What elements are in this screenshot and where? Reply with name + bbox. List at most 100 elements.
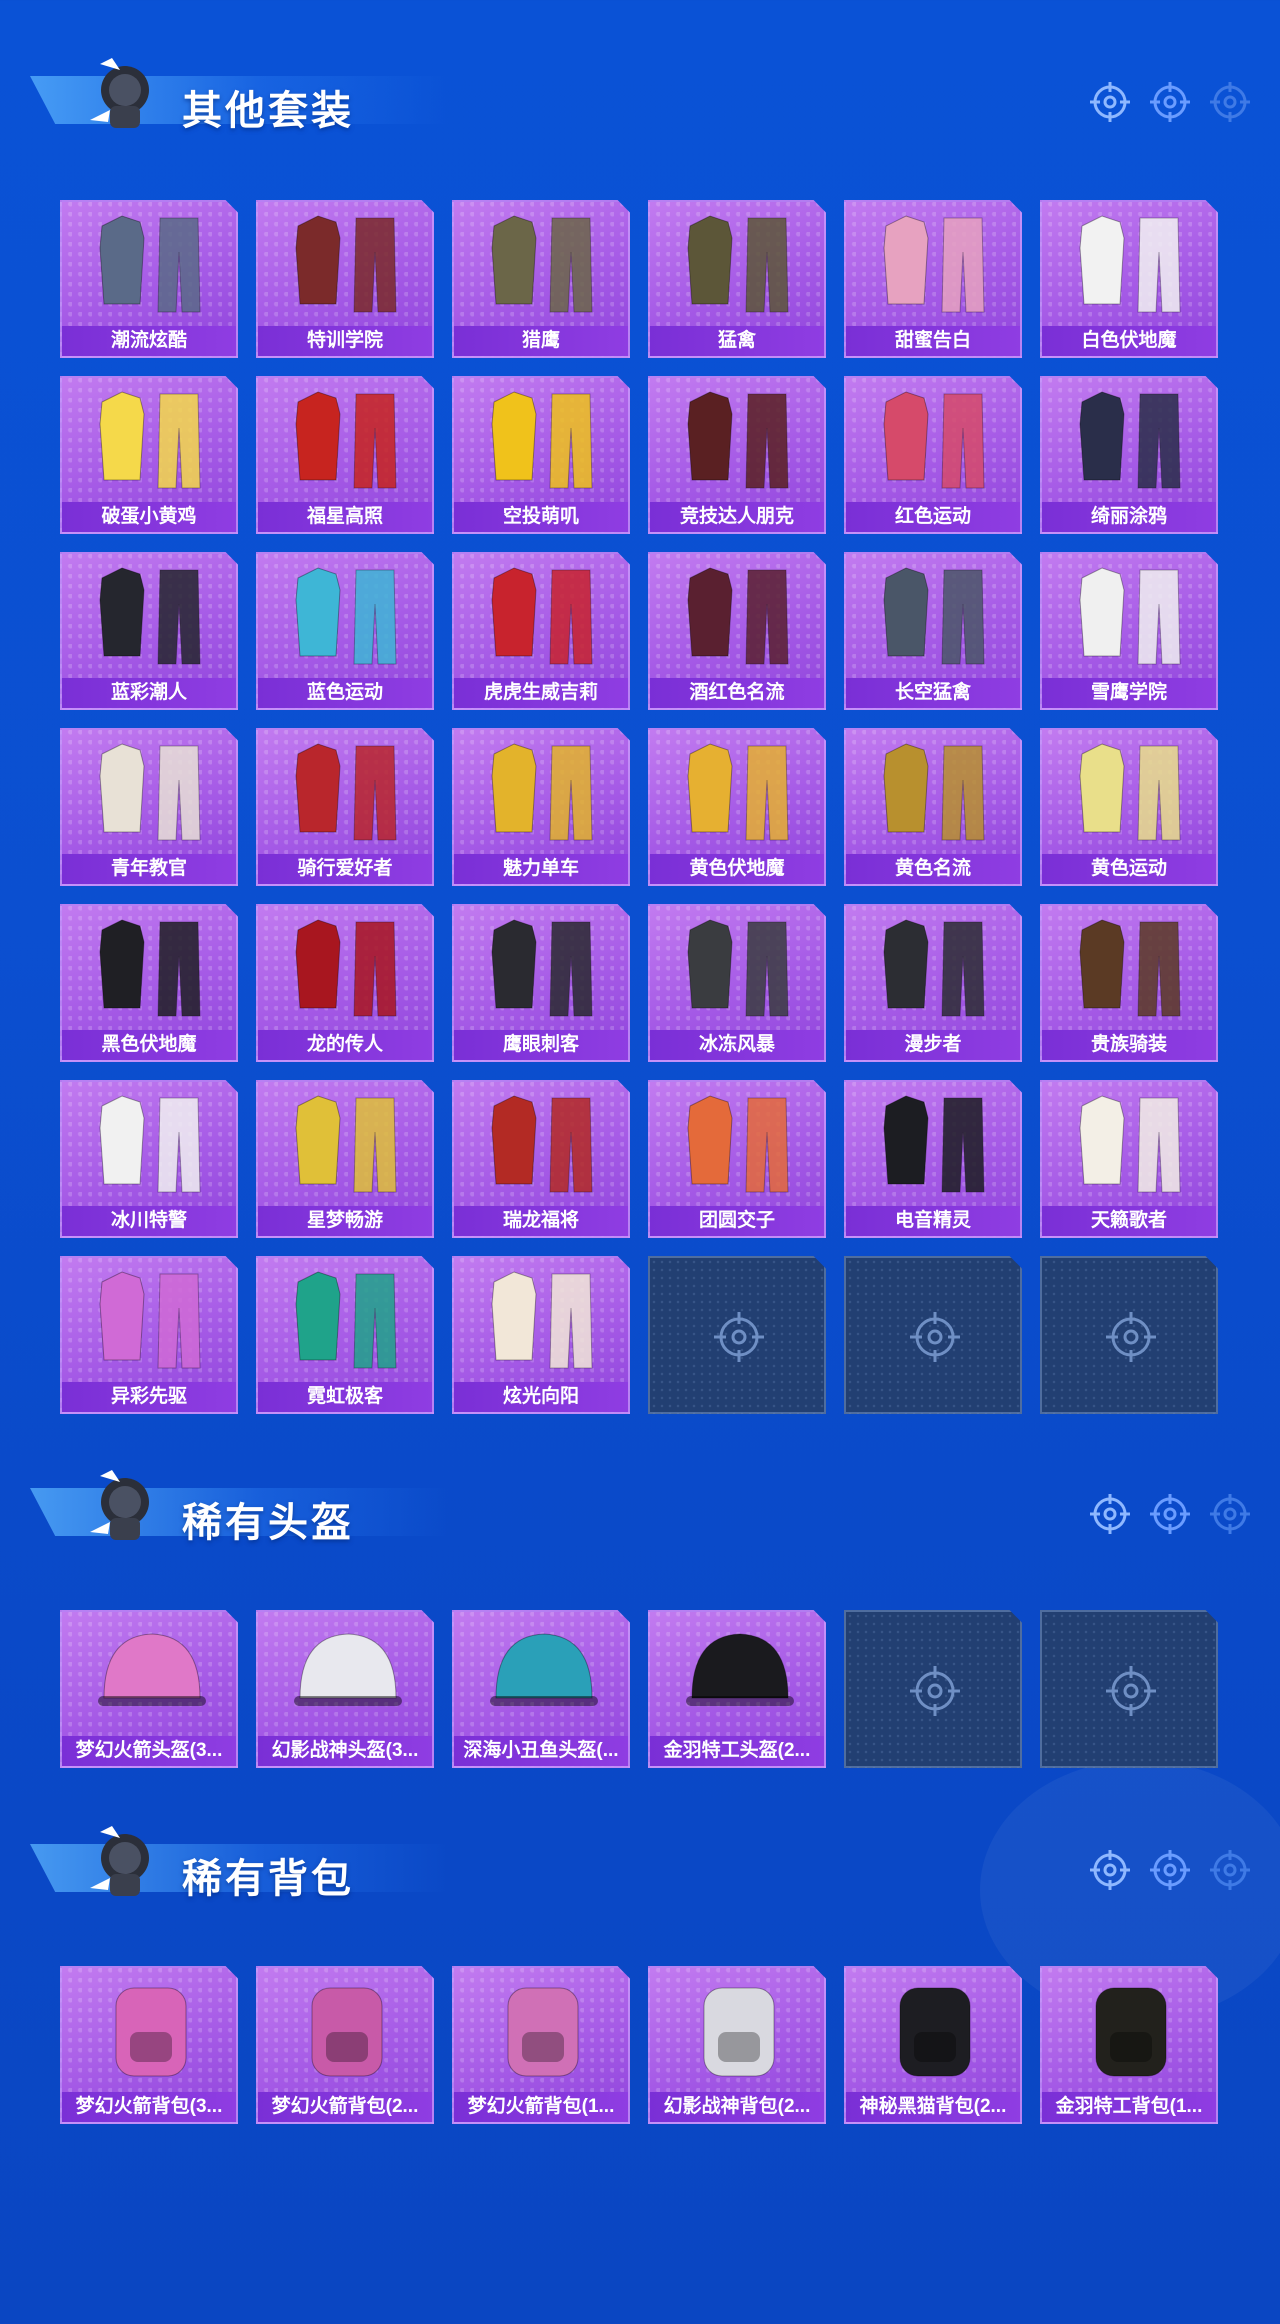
outfit-image [295,215,397,313]
item-card[interactable]: 团圆交子 [648,1080,826,1238]
item-card[interactable]: 贵族骑装 [1040,904,1218,1062]
outfit-image [1079,919,1181,1017]
empty-slot [1040,1256,1218,1414]
item-label: 竞技达人朋克 [650,502,824,532]
item-card[interactable]: 电音精灵 [844,1080,1022,1238]
outfit-image [295,919,397,1017]
item-card[interactable]: 福星高照 [256,376,434,534]
item-label: 酒红色名流 [650,678,824,708]
item-card[interactable]: 潮流炫酷 [60,200,238,358]
item-card[interactable]: 梦幻火箭背包(3... [60,1966,238,2124]
item-label: 幻影战神背包(2... [650,2092,824,2122]
outfit-image [1079,215,1181,313]
item-card[interactable]: 金羽特工背包(1... [1040,1966,1218,2124]
item-card[interactable]: 黄色名流 [844,728,1022,886]
item-label: 绮丽涂鸦 [1042,502,1216,532]
item-card[interactable]: 梦幻火箭背包(2... [256,1966,434,2124]
item-label: 空投萌叽 [454,502,628,532]
item-card[interactable]: 瑞龙福将 [452,1080,630,1238]
item-card[interactable]: 冰冻风暴 [648,904,826,1062]
item-card[interactable]: 绮丽涂鸦 [1040,376,1218,534]
item-card[interactable]: 幻影战神头盔(3... [256,1610,434,1768]
item-label: 梦幻火箭背包(1... [454,2092,628,2122]
item-label: 金羽特工背包(1... [1042,2092,1216,2122]
item-card[interactable]: 鹰眼刺客 [452,904,630,1062]
item-card[interactable]: 霓虹极客 [256,1256,434,1414]
item-card[interactable]: 漫步者 [844,904,1022,1062]
item-card[interactable]: 长空猛禽 [844,552,1022,710]
item-card[interactable]: 炫光向阳 [452,1256,630,1414]
item-label: 潮流炫酷 [62,326,236,356]
helmet-image [98,1633,206,1706]
item-label: 深海小丑鱼头盔(... [454,1736,628,1766]
outfit-image [687,215,789,313]
item-card[interactable]: 猎鹰 [452,200,630,358]
section-other-outfits: 其他套装 潮流炫酷 特训学院 猎鹰 猛禽 甜蜜告白 白色伏地魔破蛋小黄鸡 福星高照 空投萌叽竞… [0,40,1280,1440]
empty-slot [844,1610,1022,1768]
item-card[interactable]: 虎虎生威吉莉 [452,552,630,710]
header-decoration [1090,1494,1250,1534]
item-card[interactable]: 白色伏地魔 [1040,200,1218,358]
outfit-image [883,215,985,313]
outfit-image [687,567,789,665]
item-label: 蓝色运动 [258,678,432,708]
section-rare-backpacks: 稀有背包 梦幻火箭背包(3... 梦幻火箭背包(2... 梦幻火箭背包(1... 幻影… [0,1808,1280,2148]
item-card[interactable]: 特训学院 [256,200,434,358]
item-label: 梦幻火箭背包(3... [62,2092,236,2122]
item-label: 猛禽 [650,326,824,356]
outfit-image [687,1095,789,1193]
item-card[interactable]: 黄色伏地魔 [648,728,826,886]
item-card[interactable]: 异彩先驱 [60,1256,238,1414]
item-card[interactable]: 甜蜜告白 [844,200,1022,358]
item-card[interactable]: 梦幻火箭头盔(3... [60,1610,238,1768]
item-label: 虎虎生威吉莉 [454,678,628,708]
item-card[interactable]: 青年教官 [60,728,238,886]
item-card[interactable]: 雪鹰学院 [1040,552,1218,710]
section-title: 其他套装 [182,89,354,133]
item-label: 长空猛禽 [846,678,1020,708]
item-card[interactable]: 魅力单车 [452,728,630,886]
item-label: 电音精灵 [846,1206,1020,1236]
item-card[interactable]: 猛禽 [648,200,826,358]
outfit-image [883,567,985,665]
item-card[interactable]: 骑行爱好者 [256,728,434,886]
item-label: 星梦畅游 [258,1206,432,1236]
item-card[interactable]: 红色运动 [844,376,1022,534]
item-label: 白色伏地魔 [1042,326,1216,356]
crosshair-icon [1106,1312,1156,1362]
item-card[interactable]: 酒红色名流 [648,552,826,710]
outfit-image [99,1095,201,1193]
item-card[interactable]: 深海小丑鱼头盔(... [452,1610,630,1768]
item-card[interactable]: 黑色伏地魔 [60,904,238,1062]
item-card[interactable]: 冰川特警 [60,1080,238,1238]
item-label: 甜蜜告白 [846,326,1020,356]
outfit-image [295,1095,397,1193]
item-card[interactable]: 幻影战神背包(2... [648,1966,826,2124]
item-card[interactable]: 蓝色运动 [256,552,434,710]
item-label: 梦幻火箭背包(2... [258,2092,432,2122]
helmet-image [686,1633,794,1706]
item-card[interactable]: 天籁歌者 [1040,1080,1218,1238]
item-label: 破蛋小黄鸡 [62,502,236,532]
item-grid: 梦幻火箭背包(3... 梦幻火箭背包(2... 梦幻火箭背包(1... 幻影战神背包(… [60,1966,1218,2124]
crosshair-icon [910,1312,960,1362]
item-card[interactable]: 神秘黑猫背包(2... [844,1966,1022,2124]
item-label: 红色运动 [846,502,1020,532]
item-card[interactable]: 金羽特工头盔(2... [648,1610,826,1768]
item-card[interactable]: 竞技达人朋克 [648,376,826,534]
item-label: 黑色伏地魔 [62,1030,236,1060]
item-card[interactable]: 破蛋小黄鸡 [60,376,238,534]
outfit-image [99,743,201,841]
header-decoration [1090,82,1250,122]
item-card[interactable]: 黄色运动 [1040,728,1218,886]
item-card[interactable]: 空投萌叽 [452,376,630,534]
crosshair-icon [1210,1850,1250,1890]
item-card[interactable]: 梦幻火箭背包(1... [452,1966,630,2124]
item-card[interactable]: 龙的传人 [256,904,434,1062]
outfit-image [1079,567,1181,665]
item-card[interactable]: 星梦畅游 [256,1080,434,1238]
item-label: 黄色运动 [1042,854,1216,884]
empty-slot [844,1256,1022,1414]
item-card[interactable]: 蓝彩潮人 [60,552,238,710]
item-label: 梦幻火箭头盔(3... [62,1736,236,1766]
